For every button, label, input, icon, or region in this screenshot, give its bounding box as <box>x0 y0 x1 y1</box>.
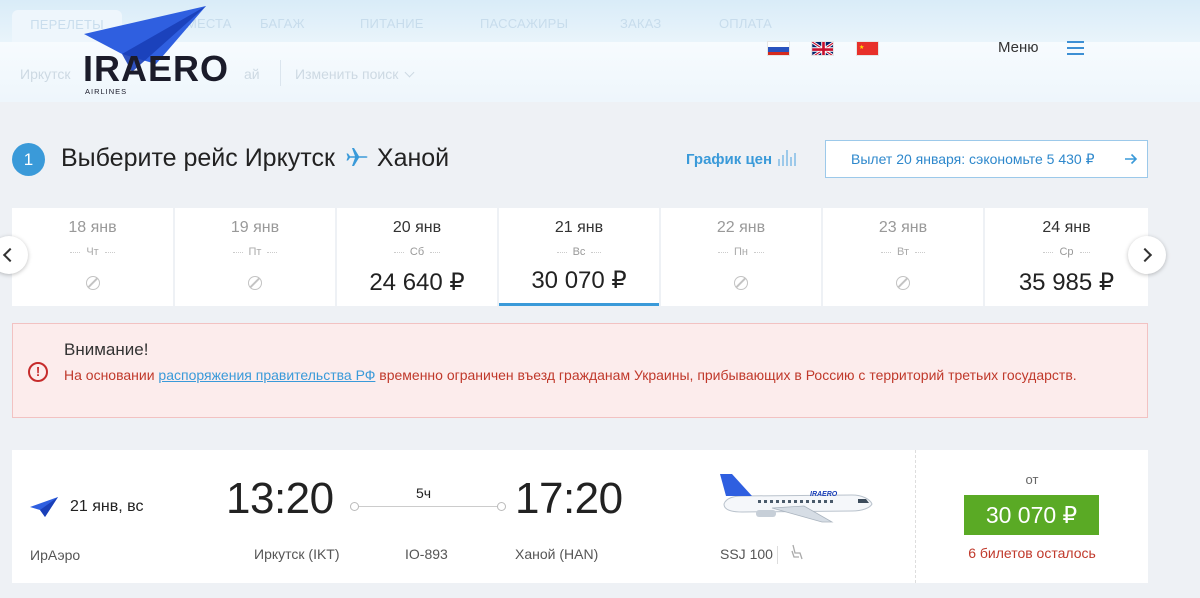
weekday-label: Ср <box>985 246 1148 258</box>
arrow-right-icon <box>1125 153 1138 165</box>
airline-logo-icon <box>30 497 58 517</box>
change-search-label: Изменить поиск <box>295 66 399 82</box>
alert-title: Внимание! <box>64 340 149 359</box>
weekday-label: Вс <box>499 246 659 258</box>
aircraft-image: IRAERO <box>720 474 873 523</box>
date-price: 35 985 ₽ <box>1018 269 1115 296</box>
airline-name: ИрАэро <box>30 547 81 563</box>
weekday-label: Вт <box>823 246 983 258</box>
cn-flag-icon[interactable]: ★ <box>856 41 879 56</box>
unavailable-icon <box>85 276 100 290</box>
chevron-down-icon <box>404 67 415 78</box>
warning-icon: ! <box>28 362 48 382</box>
logo-text: IRAERO <box>83 48 229 89</box>
tab-baggage[interactable]: БАГАЖ <box>260 16 305 31</box>
date-cell[interactable]: 18 янв Чт <box>12 208 173 306</box>
svg-text:★: ★ <box>859 44 864 51</box>
date-cell[interactable]: 19 янв Пт <box>175 208 335 306</box>
ru-flag-icon[interactable] <box>767 41 790 56</box>
divider <box>280 60 281 86</box>
weekday-label: Чт <box>12 246 173 258</box>
date-price: 24 640 ₽ <box>369 269 465 296</box>
menu-hamburger-icon[interactable] <box>1067 41 1084 55</box>
route-line <box>350 502 506 511</box>
tab-passengers[interactable]: ПАССАЖИРЫ <box>480 16 568 31</box>
tab-order[interactable]: ЗАКАЗ <box>620 16 661 31</box>
departure-airport: Иркутск (IKT) <box>254 546 340 562</box>
weekday-label: Пт <box>175 246 335 258</box>
logo-subtext: AIRLINES <box>85 87 127 96</box>
date-label: 18 янв <box>68 219 117 236</box>
select-price-button[interactable]: 30 070 ₽ <box>964 495 1099 535</box>
next-dates-button[interactable] <box>1128 236 1166 274</box>
date-cell[interactable]: 24 янв Ср 35 985 ₽ <box>985 208 1148 306</box>
date-label: 19 янв <box>230 219 280 236</box>
seat-icon <box>791 544 803 560</box>
date-label: 22 янв <box>716 219 766 236</box>
unavailable-icon <box>248 276 262 290</box>
tickets-left: 6 билетов осталось <box>968 545 1096 561</box>
alert-text-before: На основании <box>64 367 159 383</box>
arrival-airport: Ханой (HAN) <box>515 546 599 562</box>
route-summary[interactable]: Иркутск <box>20 66 71 82</box>
unavailable-icon <box>896 276 910 290</box>
weekday-label: Сб <box>337 246 497 258</box>
alert-text-after: временно ограничен въезд гражданам Украи… <box>375 367 1077 383</box>
menu-label[interactable]: Меню <box>998 39 1039 56</box>
unavailable-icon <box>734 276 748 290</box>
warning-alert: ! Внимание! На основании распоряжения пр… <box>12 323 1148 418</box>
flight-duration: 5ч <box>416 485 432 501</box>
title-destination: Ханой <box>376 144 450 172</box>
flight-card[interactable]: 21 янв, вс ИрАэро 13:20 5ч 17:20 Иркутск… <box>12 450 1148 583</box>
change-search-link[interactable]: Изменить поиск <box>295 66 415 82</box>
price-column: от 30 070 ₽ 6 билетов осталось <box>915 450 1148 583</box>
price-graph-link[interactable]: График цен <box>686 150 798 168</box>
cheaper-date-button[interactable]: Вылет 20 января: сэкономьте 5 430 ₽ <box>825 140 1148 178</box>
price-from-label: от <box>1025 472 1039 487</box>
airplane-icon <box>346 148 368 166</box>
date-cell[interactable]: 20 янв Сб 24 640 ₽ <box>337 208 497 306</box>
date-label: 21 янв <box>554 219 604 236</box>
bar-chart-icon <box>778 150 798 166</box>
title-origin: Выберите рейс Иркутск <box>61 144 335 172</box>
aircraft-type: SSJ 100 <box>720 546 773 562</box>
step-number-badge: 1 <box>12 143 45 176</box>
date-cell[interactable]: 22 янв Пн <box>661 208 821 306</box>
alert-text: На основании распоряжения правительства … <box>64 364 1114 386</box>
departure-time: 13:20 <box>226 474 334 523</box>
uk-flag-icon[interactable] <box>811 41 834 56</box>
divider <box>777 546 778 564</box>
price-graph-label: График цен <box>686 151 773 168</box>
cheaper-date-label: Вылет 20 января: сэкономьте 5 430 ₽ <box>851 151 1095 167</box>
date-cell-selected[interactable]: 21 янв Вс 30 070 ₽ <box>499 208 659 306</box>
tab-meals[interactable]: ПИТАНИЕ <box>360 16 424 31</box>
aircraft-livery-text: IRAERO <box>810 491 838 498</box>
weekday-label: Пн <box>661 246 821 258</box>
date-label: 23 янв <box>878 219 928 236</box>
date-cell[interactable]: 23 янв Вт <box>823 208 983 306</box>
date-label: 24 янв <box>1042 219 1091 236</box>
government-order-link[interactable]: распоряжения правительства РФ <box>158 367 375 383</box>
tab-payment[interactable]: ОПЛАТА <box>719 16 772 31</box>
iraero-logo[interactable]: IRAERO AIRLINES <box>70 4 260 99</box>
flight-date: 21 янв, вс <box>70 498 144 515</box>
date-label: 20 янв <box>392 219 442 236</box>
flight-number: IO-893 <box>405 546 448 562</box>
site-header: ПЕРЕЛЕТЫ МЕСТА БАГАЖ ПИТАНИЕ ПАССАЖИРЫ З… <box>0 0 1200 102</box>
date-price: 30 070 ₽ <box>531 267 627 294</box>
page-title: Выберите рейс Иркутск Ханой <box>61 144 449 173</box>
arrival-time: 17:20 <box>515 474 623 523</box>
